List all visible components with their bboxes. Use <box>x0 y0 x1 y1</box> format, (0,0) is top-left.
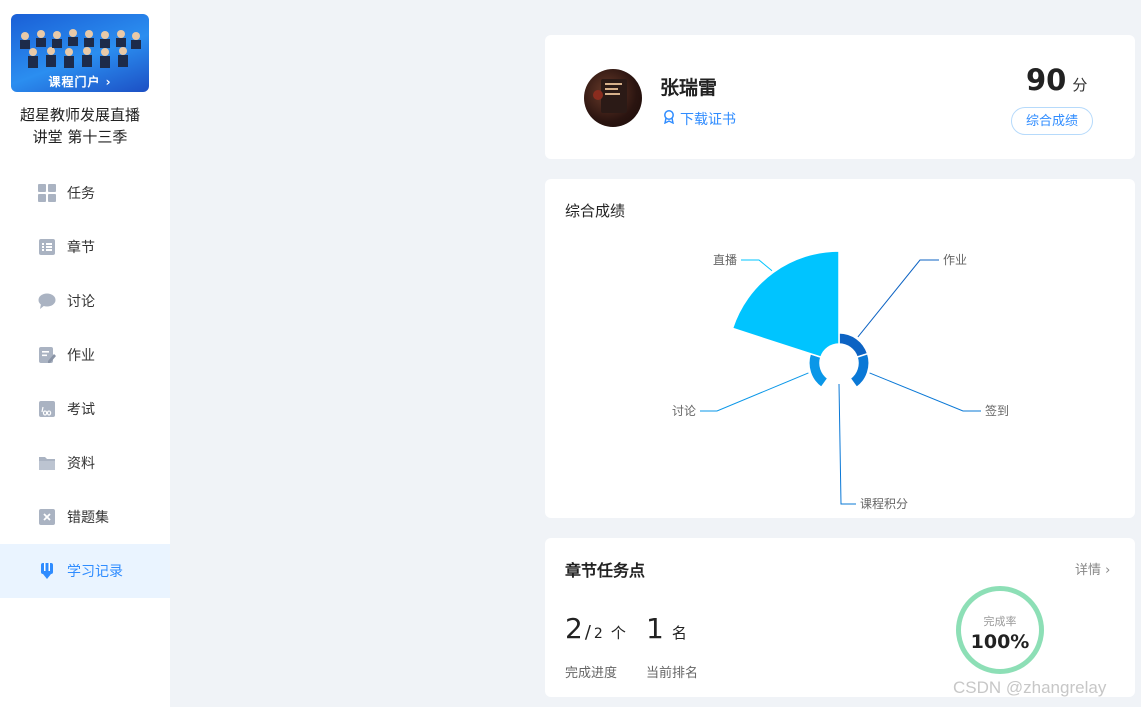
slash-separator: / <box>584 622 591 643</box>
rose-sector-path[interactable] <box>731 250 840 359</box>
details-link[interactable]: 详情 › <box>1075 559 1110 578</box>
download-certificate-label[interactable]: 下载证书 <box>680 109 736 129</box>
total-score: 90 分 <box>1026 63 1087 97</box>
completion-rate-ring: 完成率 100% <box>956 586 1044 674</box>
sidebar-item-label: 错题集 <box>67 510 109 526</box>
rank-unit: 名 <box>671 624 687 642</box>
list-icon <box>38 238 56 256</box>
leader-line <box>741 259 773 272</box>
rose-sector-0[interactable]: 作业 <box>838 253 967 359</box>
sidebar-item-label: 学习记录 <box>67 564 123 580</box>
rank-label: 当前排名 <box>646 666 699 681</box>
user-name: 张瑞雷 <box>660 77 718 99</box>
sidebar-item-label: 任务 <box>67 186 95 202</box>
watermark: CSDN @zhangrelay <box>953 678 1107 697</box>
completion-rate-label: 完成率 <box>983 615 1017 628</box>
score-unit: 分 <box>1072 76 1088 94</box>
leader-line <box>869 372 981 412</box>
rose-sector-4[interactable]: 直播 <box>713 250 840 359</box>
sector-label: 直播 <box>713 253 737 267</box>
edit-icon <box>38 346 56 364</box>
course-title: 超星教师发展直播 讲堂 第十三季 <box>0 104 160 148</box>
sector-label: 作业 <box>943 253 967 267</box>
sector-label: 课程积分 <box>860 496 908 511</box>
course-title-line1: 超星教师发展直播 <box>19 106 140 124</box>
completion-rate-value: 100% <box>970 631 1030 653</box>
sidebar-item-label: 考试 <box>67 402 95 418</box>
rank-number: 1 <box>646 612 664 645</box>
overall-grade-button[interactable]: 综合成绩 <box>1011 107 1093 135</box>
rose-sector-3[interactable]: 讨论 <box>672 352 829 418</box>
sidebar-item-label: 章节 <box>67 240 95 256</box>
course-cover-banner[interactable]: 课程门户 › <box>11 14 149 92</box>
chat-icon <box>38 292 56 310</box>
course-title-line2: 讲堂 第十三季 <box>32 128 128 146</box>
rank-value: 1 名 <box>646 612 687 645</box>
progress-label: 完成进度 <box>565 666 618 681</box>
exam-icon <box>38 400 56 418</box>
sidebar: 课程门户 › 超星教师发展直播 讲堂 第十三季 任务 章节 讨论 作业 考试 资… <box>0 0 170 707</box>
tasks-total: 2 <box>593 626 603 642</box>
rose-sector-path[interactable] <box>808 352 829 389</box>
score-value: 90 <box>1026 63 1067 97</box>
certificate-icon <box>662 110 676 128</box>
sidebar-item-tasks[interactable]: 任务 <box>0 166 170 220</box>
sidebar-item-label: 资料 <box>67 456 95 472</box>
tasks-unit: 个 <box>610 624 626 642</box>
cover-people-image <box>20 29 141 68</box>
sidebar-item-materials[interactable]: 资料 <box>0 436 170 490</box>
sidebar-item-label: 讨论 <box>67 294 95 310</box>
sidebar-item-discussion[interactable]: 讨论 <box>0 274 170 328</box>
task-card-title: 章节任务点 <box>565 561 646 580</box>
grid-icon <box>38 184 56 202</box>
avatar-image <box>593 79 627 113</box>
tasks-done: 2 <box>565 612 583 645</box>
rose-sector-2[interactable]: 课程积分 <box>838 383 908 511</box>
avatar <box>584 69 642 127</box>
folder-icon <box>38 454 56 472</box>
grade-chart-card: 综合成绩 作业 签到 课程积分 讨论 直播 <box>545 179 1135 518</box>
leader-line <box>838 383 856 505</box>
sidebar-item-chapters[interactable]: 章节 <box>0 220 170 274</box>
sector-label: 讨论 <box>672 404 696 418</box>
rose-sector-path[interactable] <box>849 352 870 389</box>
sidebar-item-homework[interactable]: 作业 <box>0 328 170 382</box>
leader-line <box>700 372 809 412</box>
sidebar-item-exam[interactable]: 考试 <box>0 382 170 436</box>
progress-value: 2 / 2 个 <box>565 612 626 645</box>
course-portal-link[interactable]: 课程门户 › <box>11 73 149 90</box>
wrong-icon <box>38 508 56 526</box>
rose-chart: 作业签到课程积分 讨论 直播 <box>672 250 1009 511</box>
leader-line <box>857 259 939 338</box>
sidebar-item-study-record[interactable]: 学习记录 <box>0 544 170 598</box>
download-certificate-link[interactable]: 下载证书 <box>662 109 736 129</box>
sidebar-item-label: 作业 <box>67 348 95 364</box>
sidebar-nav: 任务 章节 讨论 作业 考试 资料 错题集 学习记录 <box>0 166 170 598</box>
sector-label: 签到 <box>985 403 1009 418</box>
pencil-icon <box>38 562 56 580</box>
sidebar-item-wrong-questions[interactable]: 错题集 <box>0 490 170 544</box>
rose-sector-path[interactable] <box>838 332 869 359</box>
rose-sector-1[interactable]: 签到 <box>849 352 1009 418</box>
profile-card: 张瑞雷 下载证书 90 分 综合成绩 <box>545 35 1135 159</box>
chapter-tasks-card: 章节任务点 详情 › 2 / 2 个 1 名 完成进度 当前排名 完成率 100… <box>545 538 1135 697</box>
